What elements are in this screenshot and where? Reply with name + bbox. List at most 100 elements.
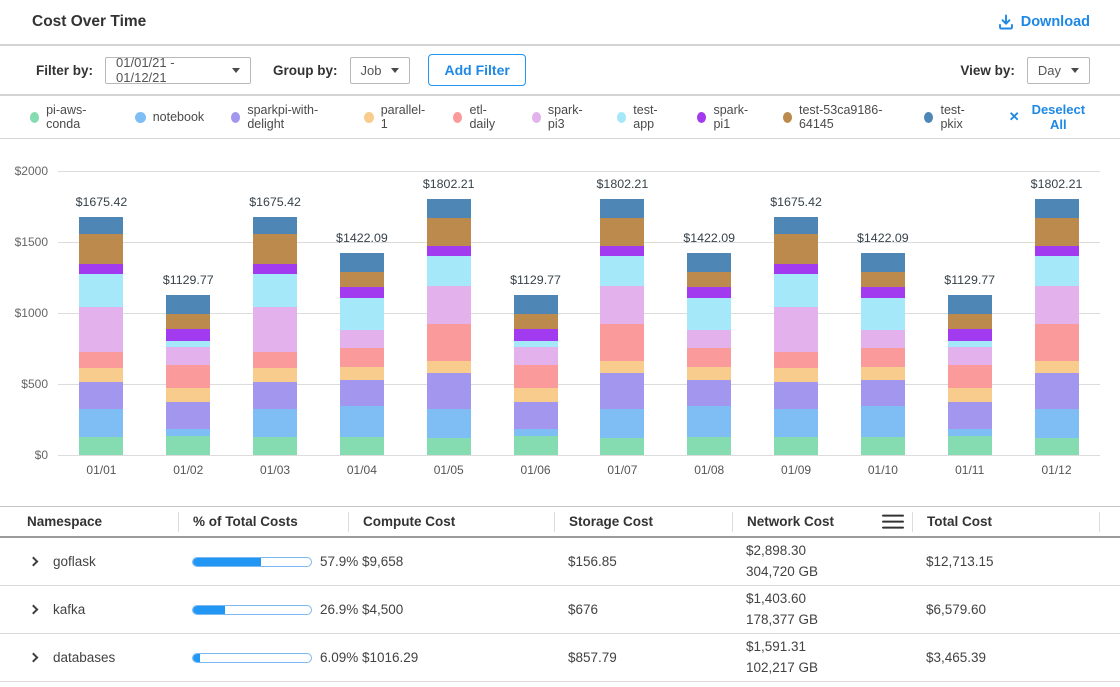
namespace-label: goflask	[53, 554, 96, 569]
compute-cost-cell: $4,500	[362, 602, 568, 617]
bar-segment-spark-pi3	[79, 307, 123, 351]
percent-label: 6.09%	[320, 650, 358, 665]
legend-item-pi-aws-conda[interactable]: pi-aws-conda	[30, 103, 108, 131]
bar-segment-parallel-1	[774, 368, 818, 382]
deselect-all-button[interactable]: ✕ Deselect All	[1009, 102, 1090, 132]
bar-segment-sparkpi-with-delight	[427, 373, 471, 410]
view-by-value: Day	[1038, 63, 1061, 78]
legend-item-label: test-53ca9186-64145	[799, 103, 897, 131]
bar-column-01/04: $1422.09	[318, 171, 405, 455]
legend-item-sparkpi-with-delight[interactable]: sparkpi-with-delight	[231, 103, 337, 131]
bar-segment-sparkpi-with-delight	[600, 373, 644, 410]
bar-segment-spark-pi1	[861, 287, 905, 297]
bar-column-01/01: $1675.42	[58, 171, 145, 455]
bar-segment-pi-aws-conda	[861, 437, 905, 455]
date-range-dropdown[interactable]: 01/01/21 - 01/12/21	[105, 57, 251, 84]
percent-progress-bar	[192, 557, 312, 567]
y-axis-tick-label: $500	[0, 377, 48, 391]
bar-segment-etl-daily	[166, 365, 210, 388]
bar-column-01/11: $1129.77	[926, 171, 1013, 455]
bar-segment-parallel-1	[427, 361, 471, 373]
y-axis-tick-label: $1000	[0, 306, 48, 320]
view-by-dropdown[interactable]: Day	[1027, 57, 1090, 84]
bar-segment-spark-pi1	[600, 246, 644, 256]
legend-dot-icon	[532, 112, 541, 123]
bar-segment-etl-daily	[253, 352, 297, 368]
legend-item-notebook[interactable]: notebook	[135, 110, 204, 124]
percent-progress-bar	[192, 605, 312, 615]
page-title: Cost Over Time	[32, 13, 146, 31]
legend-item-spark-pi3[interactable]: spark-pi3	[532, 103, 590, 131]
bar-segment-test-pkix	[861, 253, 905, 272]
legend-item-label: pi-aws-conda	[46, 103, 108, 131]
stacked-bar-01/05	[427, 199, 471, 455]
bar-total-label: $1129.77	[944, 273, 995, 287]
bar-column-01/05: $1802.21	[405, 171, 492, 455]
bar-column-01/08: $1422.09	[666, 171, 753, 455]
legend-item-parallel-1[interactable]: parallel-1	[364, 103, 426, 131]
bar-segment-notebook	[687, 406, 731, 437]
bar-segment-pi-aws-conda	[514, 436, 558, 455]
title-bar: Cost Over Time Download	[0, 0, 1120, 46]
column-header-compute-cost: Compute Cost	[348, 512, 568, 532]
stacked-bar-01/08	[687, 253, 731, 455]
bar-segment-spark-pi1	[687, 287, 731, 297]
bar-segment-test-pkix	[166, 295, 210, 314]
x-axis-tick-label: 01/05	[405, 463, 492, 477]
bar-column-01/07: $1802.21	[579, 171, 666, 455]
bar-segment-spark-pi3	[687, 330, 731, 347]
legend-item-spark-pi1[interactable]: spark-pi1	[697, 103, 755, 131]
bar-total-label: $1675.42	[76, 195, 128, 209]
bar-segment-etl-daily	[600, 324, 644, 361]
bar-segment-test-app	[427, 256, 471, 286]
bar-segment-spark-pi3	[861, 330, 905, 347]
bar-segment-test-pkix	[427, 199, 471, 218]
bar-segment-sparkpi-with-delight	[253, 382, 297, 410]
bar-segment-test-app	[687, 298, 731, 331]
table-row-kafka[interactable]: kafka26.9%$4,500$676$1,403.60178,377 GB$…	[0, 586, 1120, 634]
download-button[interactable]: Download	[998, 14, 1090, 30]
bar-segment-sparkpi-with-delight	[687, 380, 731, 406]
bar-segment-pi-aws-conda	[427, 438, 471, 455]
bar-segment-notebook	[79, 409, 123, 437]
bar-segment-spark-pi3	[600, 286, 644, 324]
bar-segment-parallel-1	[861, 367, 905, 381]
bar-segment-test-app	[774, 274, 818, 307]
add-filter-button[interactable]: Add Filter	[428, 54, 525, 86]
x-axis-tick-label: 01/12	[1013, 463, 1100, 477]
bar-segment-test-pkix	[79, 217, 123, 234]
legend-item-test-pkix[interactable]: test-pkix	[924, 103, 978, 131]
expand-chevron-icon[interactable]	[29, 557, 39, 567]
bar-segment-spark-pi3	[1035, 286, 1079, 324]
bar-segment-pi-aws-conda	[687, 437, 731, 455]
bar-segment-parallel-1	[1035, 361, 1079, 373]
network-cost-cell: $1,591.31102,217 GB	[746, 637, 926, 679]
bar-segment-test-53ca9186-64145	[79, 234, 123, 264]
legend-items: pi-aws-conda notebook sparkpi-with-delight…	[30, 103, 979, 131]
expand-chevron-icon[interactable]	[29, 605, 39, 615]
legend-item-test-53ca9186-64145[interactable]: test-53ca9186-64145	[783, 103, 898, 131]
bar-segment-test-app	[600, 256, 644, 286]
network-cost-cell: $2,898.30304,720 GB	[746, 541, 926, 583]
progress-fill	[193, 654, 200, 662]
bar-segment-spark-pi3	[774, 307, 818, 351]
y-axis-tick-label: $1500	[0, 235, 48, 249]
download-label: Download	[1021, 14, 1090, 30]
view-by-label: View by:	[960, 63, 1015, 78]
expand-chevron-icon[interactable]	[29, 653, 39, 663]
bar-segment-test-app	[79, 274, 123, 307]
table-row-databases[interactable]: databases6.09%$1016.29$857.79$1,591.3110…	[0, 634, 1120, 682]
bar-segment-etl-daily	[514, 365, 558, 388]
legend-item-test-app[interactable]: test-app	[617, 103, 670, 131]
bar-segment-test-pkix	[253, 217, 297, 234]
group-by-dropdown[interactable]: Job	[350, 57, 411, 84]
chevron-down-icon	[391, 68, 399, 73]
bar-total-label: $1802.21	[423, 177, 475, 191]
table-row-goflask[interactable]: goflask57.9%$9,658$156.85$2,898.30304,72…	[0, 538, 1120, 586]
bar-segment-test-app	[1035, 256, 1079, 286]
column-menu-icon[interactable]	[882, 514, 904, 529]
bar-total-label: $1675.42	[249, 195, 301, 209]
legend-item-etl-daily[interactable]: etl-daily	[453, 103, 504, 131]
total-cost-cell: $12,713.15	[926, 554, 1100, 569]
bar-column-01/10: $1422.09	[839, 171, 926, 455]
